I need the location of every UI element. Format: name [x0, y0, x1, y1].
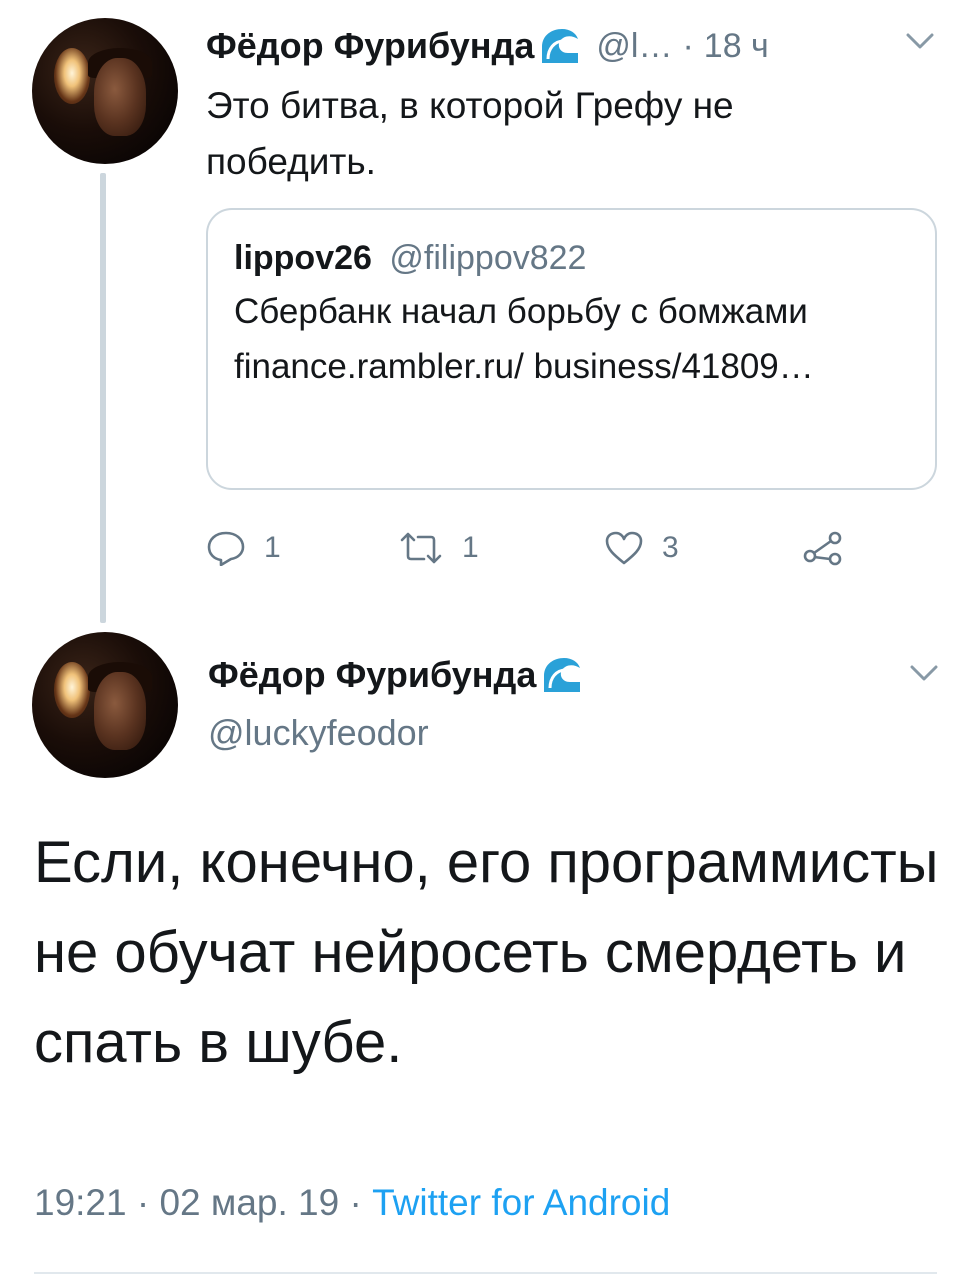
avatar-face — [94, 672, 146, 750]
retweet-count: 1 — [462, 531, 479, 564]
reply-icon — [207, 531, 245, 566]
like-count: 3 — [662, 531, 679, 564]
author-handle[interactable]: @luckyfeodor — [208, 712, 429, 754]
retweet-button[interactable]: 1 — [398, 520, 479, 576]
reply-count: 1 — [264, 531, 281, 564]
chevron-down-icon[interactable] — [910, 664, 938, 682]
avatar-light — [54, 662, 90, 718]
wave-icon — [542, 29, 579, 63]
tweet-text: Это битва, в которой Грефу не победить. — [206, 85, 734, 182]
tweet-source-link[interactable]: Twitter for Android — [372, 1182, 670, 1223]
like-button[interactable]: 3 — [604, 520, 679, 576]
tweet-time[interactable]: 18 ч — [704, 27, 769, 66]
retweet-icon — [400, 532, 442, 564]
tweet-header: Фёдор Фурибунда — [208, 650, 582, 700]
tweet-timestamp[interactable]: 19:21 · 02 мар. 19 · — [34, 1182, 372, 1223]
quoted-author-handle: @filippov822 — [389, 239, 587, 277]
share-icon — [803, 531, 842, 566]
tweet-text: Если, конечно, его программисты не обуча… — [34, 830, 939, 1075]
tweet-actions: 1 1 3 — [206, 520, 866, 576]
avatar[interactable] — [32, 18, 178, 164]
author-name[interactable]: Фёдор Фурибунда — [208, 654, 536, 696]
avatar[interactable] — [32, 632, 178, 778]
avatar-face — [94, 58, 146, 136]
tweet-header: Фёдор Фурибунда @l… · 18 ч — [206, 22, 941, 70]
heart-icon — [605, 531, 643, 565]
avatar-light — [54, 48, 90, 104]
quoted-tweet-text: Сбербанк начал борьбу с бомжами finance.… — [234, 292, 814, 386]
separator-dot: · — [682, 26, 694, 65]
quoted-author-name: lippov26 — [234, 239, 372, 277]
author-name[interactable]: Фёдор Фурибунда — [206, 25, 534, 67]
quoted-tweet-header: lippov26 @filippov822 — [234, 232, 909, 284]
tweet-meta: 19:21 · 02 мар. 19 · Twitter for Android — [34, 1182, 670, 1224]
chevron-down-icon[interactable] — [906, 32, 934, 50]
reply-button[interactable]: 1 — [206, 520, 281, 576]
author-handle[interactable]: @l… — [596, 27, 672, 66]
share-button[interactable] — [802, 520, 862, 576]
divider — [34, 1272, 937, 1274]
quoted-tweet[interactable]: lippov26 @filippov822 Сбербанк начал бор… — [206, 208, 937, 490]
wave-icon — [544, 658, 581, 692]
thread-connector-line — [100, 173, 106, 623]
